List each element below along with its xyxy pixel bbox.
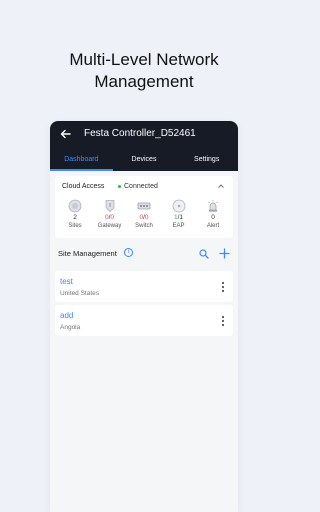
add-site-icon[interactable] — [219, 248, 230, 259]
tab-bar: Dashboard Devices Settings — [50, 152, 238, 171]
more-vertical-icon[interactable] — [221, 315, 225, 327]
search-icon[interactable] — [199, 249, 209, 259]
sites-icon — [68, 199, 82, 213]
tab-devices[interactable]: Devices — [113, 152, 176, 171]
summary-switch[interactable]: 0/0 Switch — [127, 199, 161, 230]
switch-label: Switch — [135, 223, 153, 229]
sites-label: Sites — [68, 223, 82, 229]
site-name[interactable]: test — [60, 277, 73, 286]
alert-icon — [208, 200, 218, 212]
switch-count: 0/0 — [139, 214, 149, 221]
eap-icon — [172, 199, 185, 213]
site-row[interactable]: add Angola — [55, 305, 233, 336]
tab-settings[interactable]: Settings — [175, 152, 238, 171]
back-arrow-icon[interactable] — [59, 127, 73, 141]
sites-count: 2 — [73, 214, 77, 221]
site-management-title: Site Management — [58, 249, 117, 258]
alert-count: 0 — [211, 214, 215, 221]
status-dot-icon — [118, 184, 121, 188]
more-vertical-icon[interactable] — [221, 281, 225, 293]
site-management-bar: Site Management i — [50, 243, 238, 265]
tab-dashboard[interactable]: Dashboard — [50, 152, 113, 171]
summary-sites[interactable]: 2 Sites — [58, 199, 92, 230]
site-name[interactable]: add — [60, 311, 73, 320]
summary-eap[interactable]: 1/1 EAP — [162, 199, 196, 230]
gateway-label: Gateway — [97, 223, 122, 229]
gateway-count: 0/0 — [104, 214, 115, 221]
controller-title: Festa Controller_D52461 — [84, 128, 196, 139]
headline-line-1: Multi-Level Network — [69, 50, 219, 69]
cloud-access-card: Cloud Access Connected 2 Sites 0/0 Gatew… — [55, 176, 233, 238]
gateway-icon — [105, 200, 114, 213]
headline-line-2: Management — [94, 72, 194, 91]
site-country: Angola — [60, 324, 81, 331]
headline: Multi-Level Network Management — [0, 49, 288, 93]
cloud-access-label: Cloud Access — [62, 183, 105, 190]
site-row[interactable]: test United States — [55, 271, 233, 302]
eap-label: EAP — [172, 223, 185, 229]
summary-alert[interactable]: 0 Alert — [196, 199, 230, 230]
switch-icon — [137, 202, 151, 210]
app-bar: Festa Controller_D52461 Dashboard Device… — [50, 121, 238, 171]
device-summary: 2 Sites 0/0 Gateway 0/0 Switch 1/1 EAP 0… — [58, 199, 230, 230]
summary-gateway[interactable]: 0/0 Gateway — [93, 199, 127, 230]
site-country: United States — [60, 290, 100, 297]
alert-label: Alert — [206, 223, 220, 229]
phone-screen: Festa Controller_D52461 Dashboard Device… — [50, 121, 238, 512]
eap-count: 1/1 — [173, 214, 184, 221]
connection-status: Connected — [118, 183, 158, 190]
connection-status-text: Connected — [124, 183, 158, 190]
info-icon[interactable]: i — [124, 248, 133, 257]
chevron-up-icon[interactable] — [217, 182, 225, 190]
